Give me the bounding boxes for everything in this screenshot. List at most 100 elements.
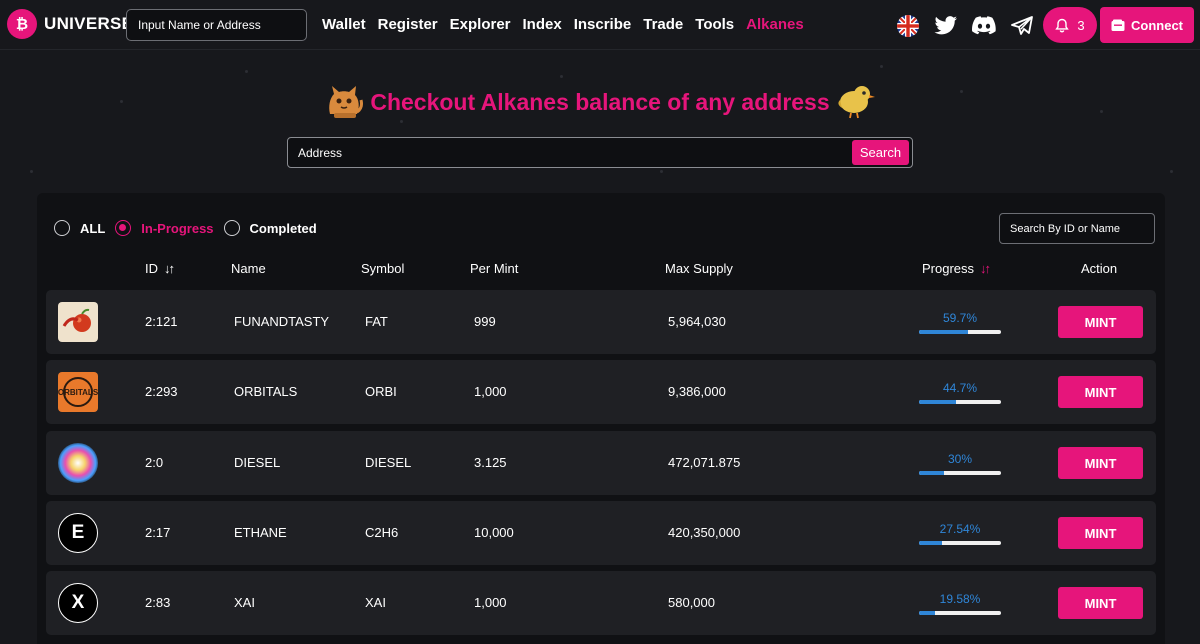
col-progress[interactable]: Progress ↓↑ <box>922 261 991 276</box>
connect-label: Connect <box>1131 17 1183 33</box>
cell-max-supply: 420,350,000 <box>668 525 741 540</box>
col-id-label: ID <box>145 261 158 276</box>
progress-fill <box>919 471 944 475</box>
cell-symbol: XAI <box>365 595 386 610</box>
progress-text: 19.58% <box>939 592 981 606</box>
mint-button[interactable]: MINT <box>1058 447 1143 479</box>
notification-button[interactable]: 3 <box>1043 7 1097 43</box>
nav-index[interactable]: Index <box>523 16 562 33</box>
progress-text: 27.54% <box>939 522 981 536</box>
cell-name: XAI <box>234 595 255 610</box>
nav-explorer[interactable]: Explorer <box>450 16 511 33</box>
cell-max-supply: 9,386,000 <box>668 384 726 399</box>
cell-name: FUNANDTASTY <box>234 314 330 329</box>
svg-text:₿: ₿ <box>16 16 28 33</box>
cell-name: ETHANE <box>234 525 287 540</box>
wallet-icon <box>1111 19 1125 31</box>
progress-fill <box>919 611 936 615</box>
notification-count: 3 <box>1077 17 1085 33</box>
progress-text: 59.7% <box>942 311 978 325</box>
mint-button[interactable]: MINT <box>1058 587 1143 619</box>
cell-id: 2:17 <box>145 525 171 540</box>
cell-per-mint: 1,000 <box>474 595 507 610</box>
table-row[interactable]: X 2:83 XAI XAI 1,000 580,000 19.58% MINT <box>46 571 1156 635</box>
cell-per-mint: 1,000 <box>474 384 507 399</box>
col-id[interactable]: ID ↓↑ <box>145 261 175 276</box>
token-logo-icon: ORBITALS <box>58 372 98 412</box>
nav-register[interactable]: Register <box>378 16 438 33</box>
bird-mascot-icon <box>838 86 875 119</box>
progress-bar <box>919 611 1001 615</box>
progress-bar <box>919 541 1001 545</box>
filter-in-progress-label: In-Progress <box>141 220 214 236</box>
table-header: ID ↓↑ Name Symbol Per Mint Max Supply Pr… <box>37 261 1165 279</box>
nav-wallet[interactable]: Wallet <box>322 16 366 33</box>
header-search-input[interactable] <box>126 9 307 41</box>
cell-id: 2:83 <box>145 595 171 610</box>
address-input[interactable] <box>288 138 848 167</box>
col-max-supply: Max Supply <box>665 261 733 276</box>
token-logo-icon <box>58 443 98 483</box>
table-search-input[interactable] <box>999 213 1155 244</box>
uk-flag-icon[interactable] <box>895 13 921 39</box>
cell-name: ORBITALS <box>234 384 298 399</box>
progress-bar <box>919 330 1001 334</box>
filter-completed[interactable]: Completed <box>223 220 317 236</box>
brand-logo[interactable]: ₿ UNIVERSE <box>7 9 133 39</box>
header-icons <box>895 13 1047 39</box>
telegram-icon[interactable] <box>1009 13 1035 39</box>
nav-tools[interactable]: Tools <box>695 16 734 33</box>
token-logo-icon: E <box>58 513 98 553</box>
progress-bar <box>919 471 1001 475</box>
main-nav: Wallet Register Explorer Index Inscribe … <box>322 16 816 33</box>
cell-per-mint: 3.125 <box>474 455 507 470</box>
hero-title: Checkout Alkanes balance of any address <box>370 88 830 115</box>
radio-circle <box>223 220 240 236</box>
sort-icon: ↓↑ <box>164 261 175 276</box>
cell-max-supply: 472,071.875 <box>668 455 741 470</box>
cell-symbol: ORBI <box>365 384 397 399</box>
cat-mascot-icon <box>329 86 364 118</box>
table-row[interactable]: 2:0 DIESEL DIESEL 3.125 472,071.875 30% … <box>46 431 1156 495</box>
nav-inscribe[interactable]: Inscribe <box>574 16 632 33</box>
token-logo-icon <box>58 302 98 342</box>
filter-in-progress[interactable]: In-Progress <box>115 220 214 236</box>
sort-icon: ↓↑ <box>980 261 991 276</box>
address-search-button[interactable]: Search <box>852 140 909 165</box>
top-header: ₿ UNIVERSE Wallet Register Explorer Inde… <box>0 0 1200 50</box>
progress-fill <box>919 400 956 404</box>
filter-completed-label: Completed <box>249 220 317 236</box>
cell-symbol: FAT <box>365 314 388 329</box>
radio-circle <box>54 220 70 236</box>
token-logo-icon: X <box>58 583 98 623</box>
cell-per-mint: 999 <box>474 314 496 329</box>
table-row[interactable]: 2:121 FUNANDTASTY FAT 999 5,964,030 59.7… <box>46 290 1156 354</box>
col-symbol: Symbol <box>361 261 405 276</box>
address-search-box: Search <box>287 137 913 168</box>
twitter-icon[interactable] <box>933 13 959 39</box>
connect-button[interactable]: Connect <box>1100 7 1194 43</box>
filter-all[interactable]: ALL <box>54 220 105 236</box>
status-filters: ALL In-Progress Completed <box>54 220 327 236</box>
col-action: Action <box>1081 261 1118 276</box>
progress-bar <box>919 400 1001 404</box>
cell-id: 2:121 <box>145 314 178 329</box>
cell-id: 2:293 <box>145 384 178 399</box>
cell-id: 2:0 <box>145 455 164 470</box>
brand-name: UNIVERSE <box>44 14 134 33</box>
hero-section: Checkout Alkanes balance of any address <box>0 82 1200 122</box>
mint-button[interactable]: MINT <box>1058 376 1143 408</box>
nav-trade[interactable]: Trade <box>643 16 683 33</box>
progress-text: 30% <box>947 452 973 466</box>
mint-button[interactable]: MINT <box>1058 517 1143 549</box>
col-name: Name <box>231 261 266 276</box>
progress-fill <box>919 541 942 545</box>
table-row[interactable]: E 2:17 ETHANE C2H6 10,000 420,350,000 27… <box>46 501 1156 565</box>
progress-fill <box>919 330 968 334</box>
token-logo-text: ORBITALS <box>58 388 98 397</box>
cell-per-mint: 10,000 <box>474 525 514 540</box>
table-row[interactable]: ORBITALS 2:293 ORBITALS ORBI 1,000 9,386… <box>46 360 1156 424</box>
discord-icon[interactable] <box>971 13 997 39</box>
nav-alkanes[interactable]: Alkanes <box>746 16 804 33</box>
mint-button[interactable]: MINT <box>1058 306 1143 338</box>
